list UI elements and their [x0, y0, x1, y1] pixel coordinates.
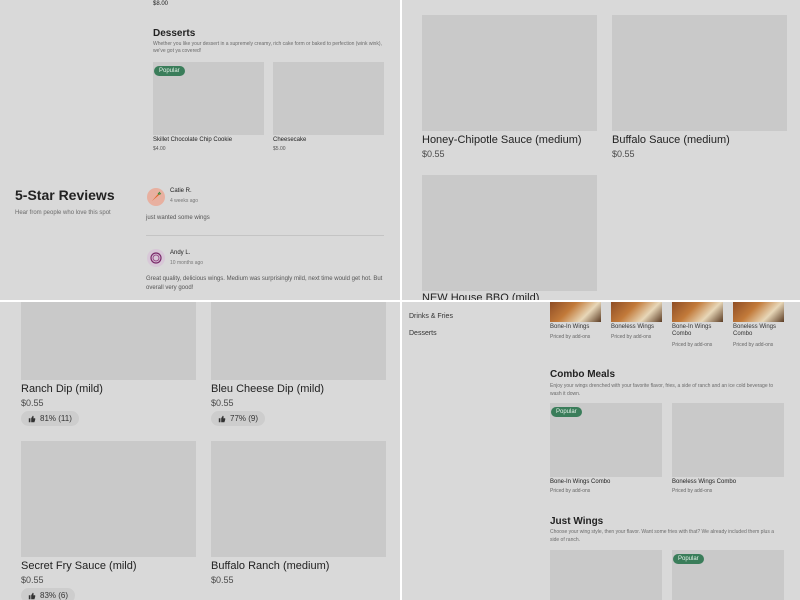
- item-name: Buffalo Ranch (medium): [211, 560, 330, 572]
- quadrant-menu-nav: Drinks & Fries Desserts Bone-In Wings Pr…: [400, 300, 800, 600]
- rating-pill: 81% (11): [21, 411, 79, 426]
- item-image-placeholder: [422, 175, 597, 291]
- category-image: [672, 300, 723, 322]
- reviewer-name: Catie R.: [170, 188, 192, 194]
- item-name: Ranch Dip (mild): [21, 383, 103, 395]
- section-description-just-wings: Choose your wing style, then your flavor…: [550, 529, 774, 543]
- item-sub: Priced by add-ons: [672, 488, 713, 494]
- category-name: Boneless Wings Combo: [733, 324, 777, 337]
- item-name: NEW House BBQ (mild): [422, 292, 540, 300]
- category-name: Bone-In Wings Combo: [672, 324, 712, 337]
- quadrant-dips: Ranch Dip (mild) $0.55 81% (11) Bleu Che…: [0, 300, 400, 600]
- section-title-desserts: Desserts: [153, 28, 196, 39]
- category-name: Bone-In Wings: [550, 324, 590, 330]
- thumbs-up-icon: [28, 415, 36, 422]
- popular-badge: Popular: [154, 66, 185, 76]
- review-time: 10 months ago: [170, 260, 204, 266]
- item-price: $0.55: [211, 398, 234, 408]
- section-description-combo: Enjoy your wings drenched with your favo…: [550, 383, 774, 397]
- nav-item-desserts[interactable]: Desserts: [409, 330, 437, 337]
- thumbs-up-icon: [28, 592, 36, 599]
- item-image-placeholder: [211, 441, 386, 557]
- item-price: $0.55: [21, 575, 44, 585]
- previous-item-price: $8.00: [153, 1, 169, 7]
- item-image-placeholder: [211, 300, 386, 380]
- item-image-placeholder[interactable]: [550, 550, 662, 600]
- rating-pill: 83% (6): [21, 588, 76, 600]
- category-image: [611, 300, 662, 322]
- review-text: Great quality, delicious wings. Medium w…: [146, 276, 383, 291]
- review-text: just wanted some wings: [146, 215, 210, 221]
- category-sub: Priced by add-ons: [611, 334, 652, 340]
- reviewer-name: Andy L.: [170, 250, 191, 256]
- category-sub: Priced by add-ons: [672, 342, 713, 348]
- item-image-placeholder: [21, 441, 196, 557]
- item-image-placeholder: [21, 300, 196, 380]
- item-price: $0.55: [211, 575, 234, 585]
- item-price: $4.00: [153, 146, 166, 152]
- onion-icon: [147, 249, 165, 267]
- category-name: Boneless Wings: [611, 324, 655, 330]
- item-price: $5.00: [273, 146, 286, 152]
- quadrant-desserts-reviews: $8.00 Desserts Whether you like your des…: [0, 0, 400, 300]
- category-sub: Priced by add-ons: [550, 334, 591, 340]
- review-divider: [146, 235, 384, 236]
- item-sub: Priced by add-ons: [550, 488, 591, 494]
- item-name: Bone-In Wings Combo: [550, 479, 611, 485]
- item-image-placeholder: [422, 15, 597, 131]
- item-name: Skillet Chocolate Chip Cookie: [153, 137, 233, 143]
- category-image: [550, 300, 601, 322]
- section-description-desserts: Whether you like your dessert in a supre…: [153, 41, 382, 54]
- item-price: $0.55: [21, 398, 44, 408]
- review-time: 4 weeks ago: [170, 198, 199, 204]
- item-image-placeholder: [612, 15, 787, 131]
- quadrant-sauces: Honey-Chipotle Sauce (medium) $0.55 Buff…: [400, 0, 800, 300]
- category-image: [733, 300, 784, 322]
- section-title-just-wings: Just Wings: [550, 516, 604, 527]
- item-price: $0.55: [422, 149, 445, 159]
- item-name: Bleu Cheese Dip (mild): [211, 383, 325, 395]
- item-name: Secret Fry Sauce (mild): [21, 560, 137, 572]
- item-name: Buffalo Sauce (medium): [612, 134, 730, 146]
- reviews-title: 5-Star Reviews: [15, 187, 115, 203]
- section-title-combo-meals: Combo Meals: [550, 369, 616, 380]
- rating-text: 81% (11): [40, 414, 72, 423]
- rating-text: 77% (9): [230, 414, 259, 423]
- carrot-icon: [147, 188, 165, 206]
- reviews-subtitle: Hear from people who love this spot: [15, 210, 111, 216]
- rating-pill: 77% (9): [211, 411, 266, 426]
- nav-item-drinks-fries[interactable]: Drinks & Fries: [409, 313, 453, 320]
- item-name: Cheesecake: [273, 137, 307, 143]
- item-price: $0.55: [612, 149, 635, 159]
- popular-badge: Popular: [551, 407, 582, 417]
- rating-text: 83% (6): [40, 591, 69, 600]
- item-image-placeholder: [273, 62, 384, 135]
- popular-badge: Popular: [673, 554, 704, 564]
- item-name: Honey-Chipotle Sauce (medium): [422, 134, 582, 146]
- item-image-placeholder: [672, 403, 784, 477]
- item-name: Boneless Wings Combo: [672, 479, 737, 485]
- thumbs-up-icon: [218, 415, 226, 422]
- grid-divider-horizontal: [0, 300, 800, 302]
- category-sub: Priced by add-ons: [733, 342, 774, 348]
